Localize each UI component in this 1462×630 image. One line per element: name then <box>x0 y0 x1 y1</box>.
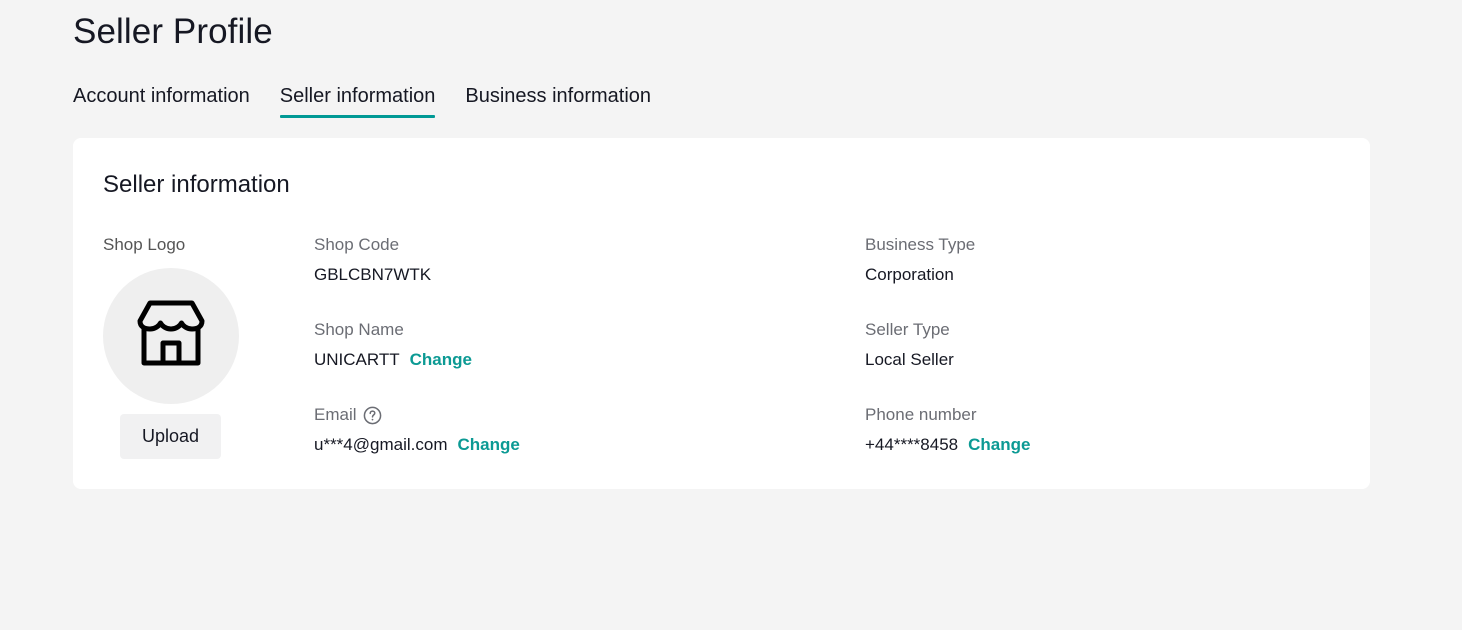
help-icon[interactable] <box>363 406 382 425</box>
phone-number-field: Phone number +44****8458 Change <box>865 405 1030 455</box>
email-value: u***4@gmail.com <box>314 435 448 454</box>
upload-button[interactable]: Upload <box>120 414 221 459</box>
shop-code-field: Shop Code GBLCBN7WTK <box>314 235 431 285</box>
store-icon <box>136 299 206 374</box>
email-field: Email u***4@gmail.com Change <box>314 405 520 455</box>
email-label: Email <box>314 405 357 424</box>
seller-information-card: Seller information Shop Logo Upload Shop… <box>73 138 1370 489</box>
phone-number-value: +44****8458 <box>865 435 959 454</box>
card-title: Seller information <box>103 171 290 198</box>
business-type-label: Business Type <box>865 235 976 254</box>
business-type-value: Corporation <box>865 265 954 284</box>
change-shop-name-link[interactable]: Change <box>410 350 472 370</box>
tab-account-information[interactable]: Account information <box>73 84 250 116</box>
business-type-field: Business Type Corporation <box>865 235 975 285</box>
seller-type-field: Seller Type Local Seller <box>865 320 954 370</box>
page-title: Seller Profile <box>73 12 273 51</box>
shop-name-field: Shop Name UNICARTT Change <box>314 320 472 370</box>
seller-type-value: Local Seller <box>865 350 954 369</box>
shop-code-label: Shop Code <box>314 235 400 254</box>
tab-business-information[interactable]: Business information <box>465 84 651 116</box>
shop-logo-label: Shop Logo <box>103 235 186 254</box>
change-phone-number-link[interactable]: Change <box>968 435 1030 455</box>
shop-name-value: UNICARTT <box>314 350 400 369</box>
shop-logo-placeholder <box>103 268 239 404</box>
shop-code-value: GBLCBN7WTK <box>314 265 432 284</box>
change-email-link[interactable]: Change <box>457 435 519 455</box>
seller-type-label: Seller Type <box>865 320 950 339</box>
phone-number-label: Phone number <box>865 405 977 424</box>
profile-tabs: Account information Seller information B… <box>73 84 651 118</box>
shop-name-label: Shop Name <box>314 320 404 339</box>
tab-seller-information[interactable]: Seller information <box>279 84 435 118</box>
